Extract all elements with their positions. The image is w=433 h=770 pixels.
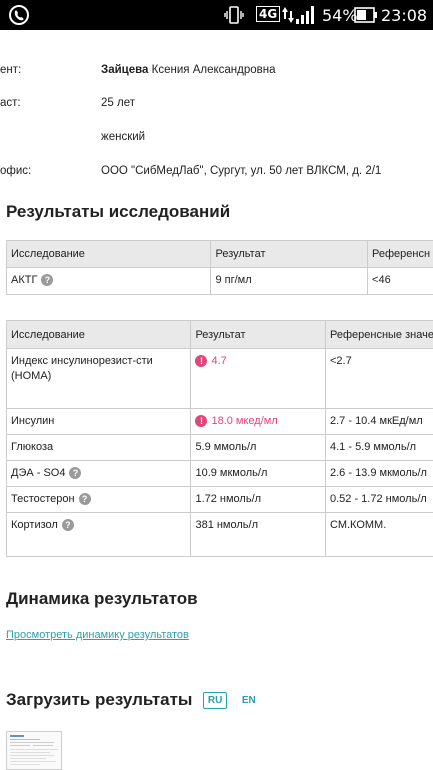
lab-office: ООО "СибМедЛаб", Сургут, ул. 50 лет ВЛКС… xyxy=(101,165,382,177)
result-value: 381 нмоль/л xyxy=(190,512,326,557)
table-row: Глюкоза 5.9 ммоль/л 4.1 - 5.9 ммоль/л xyxy=(5,434,433,461)
alert-icon: ! xyxy=(195,355,208,368)
table-row: Индекс инсулинорезист-сти (HOMA) ! 4.7 <2… xyxy=(5,348,433,409)
study-name-cell: Кортизол? xyxy=(5,512,192,557)
patient-name: Зайцева Ксения Александровна xyxy=(101,64,275,76)
study-name-cell: Тестостерон? xyxy=(5,486,192,513)
result-value: 5.9 ммоль/л xyxy=(190,434,326,461)
column-header-reference: Референсн xyxy=(367,240,433,268)
result-value: 9 пг/мл xyxy=(210,267,369,295)
study-name-cell: АКТГ? xyxy=(5,267,212,295)
upload-row: Загрузить результаты RU EN xyxy=(6,690,260,714)
status-bar: 4G 54% 23:08 xyxy=(0,0,433,30)
results-heading: Результаты исследований xyxy=(6,202,231,221)
result-document-thumbnail[interactable] xyxy=(6,731,62,770)
table-row: Тестостерон? 1.72 нмоль/л 0.52 - 1.72 нм… xyxy=(5,486,433,513)
patient-surname: Зайцева xyxy=(101,64,149,76)
info-label: офис: xyxy=(0,165,32,177)
vibrate-icon xyxy=(224,6,244,24)
result-value: 18.0 мкед/мл xyxy=(211,415,278,427)
table-row: АКТГ? 9 пг/мл <46 xyxy=(5,267,433,295)
reference-value: 4.1 - 5.9 ммоль/л xyxy=(325,434,433,461)
clock: 23:08 xyxy=(381,6,428,25)
document-preview-icon xyxy=(10,735,58,765)
info-row-age: аст: 25 лет xyxy=(0,97,433,119)
info-label: аст: xyxy=(0,97,21,109)
column-header-study: Исследование xyxy=(5,320,192,349)
column-header-result: Результат xyxy=(190,320,326,349)
column-header-result: Результат xyxy=(210,240,369,268)
table-row: Кортизол? 381 нмоль/л СМ.КОММ. xyxy=(5,512,433,557)
reference-value: СМ.КОММ. xyxy=(325,512,433,557)
battery-icon xyxy=(354,7,377,23)
study-name: Глюкоза xyxy=(5,434,192,461)
info-row-office: офис: ООО "СибМедЛаб", Сургут, ул. 50 ле… xyxy=(0,165,433,187)
table-header-row: Исследование Результат Референсные значе… xyxy=(5,320,433,349)
result-value: 1.72 нмоль/л xyxy=(190,486,326,513)
results-table-2: Исследование Результат Референсные значе… xyxy=(5,320,433,557)
column-header-study: Исследование xyxy=(5,240,212,268)
view-dynamics-link[interactable]: Просмотреть динамику результатов xyxy=(6,629,189,641)
help-icon[interactable]: ? xyxy=(78,493,91,506)
patient-sex: женский xyxy=(101,131,146,143)
result-cell: ! 4.7 xyxy=(190,348,326,409)
info-row-patient: ент: Зайцева Ксения Александровна xyxy=(0,64,433,86)
study-name: АКТГ xyxy=(11,274,38,286)
study-name-cell: ДЭА - SO4? xyxy=(5,460,192,487)
result-value: 10.9 мкмоль/л xyxy=(190,460,326,487)
alert-icon: ! xyxy=(195,415,208,428)
viber-icon xyxy=(9,5,29,25)
results-table-1: Исследование Результат Референсн АКТГ? 9… xyxy=(5,240,433,295)
battery-percent: 54% xyxy=(322,6,358,25)
study-name: ДЭА - SO4 xyxy=(11,467,66,479)
lang-en-button[interactable]: EN xyxy=(238,693,260,708)
network-type: 4G xyxy=(256,6,281,22)
info-label: ент: xyxy=(0,64,22,76)
column-header-reference: Референсные значен xyxy=(325,320,433,349)
study-name: Индекс инсулинорезист-сти (HOMA) xyxy=(5,348,192,409)
help-icon[interactable]: ? xyxy=(61,519,74,532)
info-row-sex: женский xyxy=(0,131,433,153)
patient-age: 25 лет xyxy=(101,97,135,109)
data-arrows-icon xyxy=(282,7,294,23)
reference-value: 2.6 - 13.9 мкмоль/л xyxy=(325,460,433,487)
study-name: Кортизол xyxy=(11,519,58,531)
order-date: 09.12.2017 xyxy=(194,28,285,48)
result-value: 4.7 xyxy=(211,355,227,367)
lang-ru-button[interactable]: RU xyxy=(202,691,228,709)
reference-value: <2.7 xyxy=(325,348,433,409)
patient-given-names: Ксения Александровна xyxy=(148,64,276,76)
study-name: Тестостерон xyxy=(11,493,75,505)
reference-value: 2.7 - 10.4 мкЕд/мл xyxy=(325,408,433,435)
reference-value: 0.52 - 1.72 нмоль/л xyxy=(325,486,433,513)
help-icon[interactable]: ? xyxy=(69,467,82,480)
reference-value: <46 xyxy=(367,267,433,295)
upload-heading: Загрузить результаты xyxy=(6,690,193,709)
signal-icon xyxy=(296,6,314,24)
dynamics-heading: Динамика результатов xyxy=(6,589,198,608)
study-name: Инсулин xyxy=(5,408,192,435)
result-cell: ! 18.0 мкед/мл xyxy=(190,408,326,435)
table-header-row: Исследование Результат Референсн xyxy=(5,240,433,268)
table-row: ДЭА - SO4? 10.9 мкмоль/л 2.6 - 13.9 мкмо… xyxy=(5,460,433,487)
table-row: Инсулин ! 18.0 мкед/мл 2.7 - 10.4 мкЕд/мл xyxy=(5,408,433,435)
help-icon[interactable]: ? xyxy=(41,274,54,287)
